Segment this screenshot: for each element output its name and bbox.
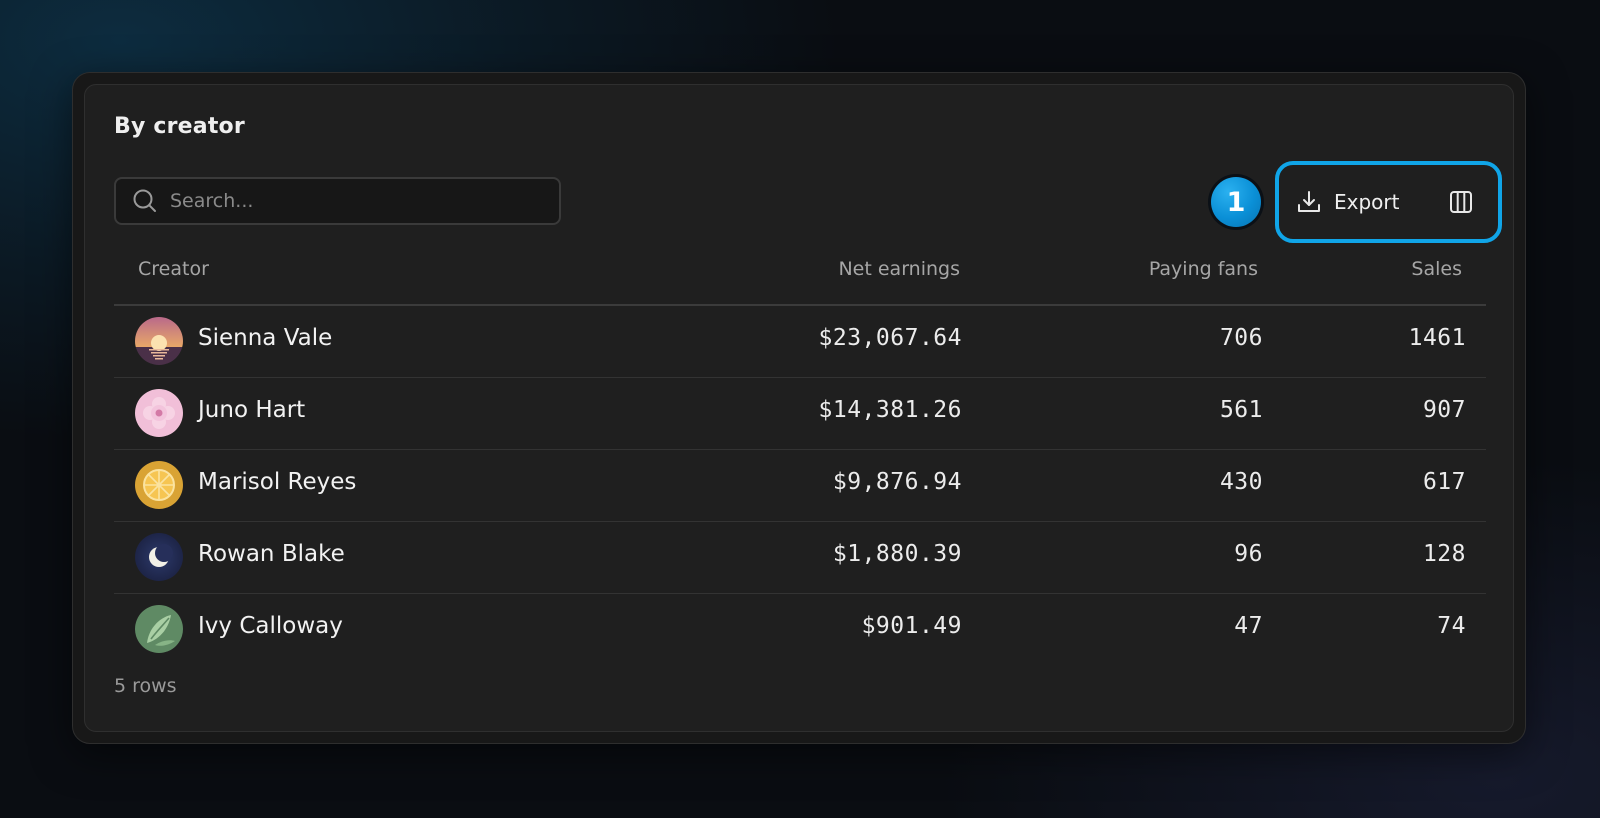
export-label: Export — [1334, 190, 1400, 214]
column-header-creator[interactable]: Creator — [138, 258, 209, 280]
table-header: Creator Net earnings Paying fans Sales — [114, 248, 1486, 306]
sales-cell: 617 — [1422, 469, 1466, 495]
download-icon — [1298, 191, 1320, 212]
paying-fans-cell: 430 — [1219, 469, 1263, 495]
table-row[interactable]: Marisol Reyes $9,876.94 430 617 — [114, 450, 1486, 522]
paying-fans-cell: 47 — [1234, 613, 1263, 639]
creator-name: Marisol Reyes — [198, 469, 357, 495]
table-row[interactable]: Rowan Blake $1,880.39 96 128 — [114, 522, 1486, 594]
panel-title: By creator — [114, 114, 245, 139]
table-row[interactable]: Sienna Vale $23,067.64 706 1461 — [114, 306, 1486, 378]
net-earnings-cell: $14,381.26 — [818, 397, 962, 423]
net-earnings-cell: $23,067.64 — [818, 325, 962, 351]
paying-fans-cell: 561 — [1219, 397, 1263, 423]
column-header-net-earnings[interactable]: Net earnings — [838, 258, 960, 280]
step-marker-number: 1 — [1211, 177, 1261, 227]
columns-icon — [1450, 191, 1472, 213]
column-header-paying-fans[interactable]: Paying fans — [1149, 258, 1258, 280]
net-earnings-cell: $9,876.94 — [832, 469, 962, 495]
step-marker-badge: 1 — [1208, 174, 1264, 230]
sales-cell: 128 — [1422, 541, 1466, 567]
table-row[interactable]: Ivy Calloway $901.49 47 74 — [114, 594, 1486, 665]
creator-name: Juno Hart — [198, 397, 306, 423]
sales-cell: 74 — [1437, 613, 1466, 639]
creator-table: Creator Net earnings Paying fans Sales S… — [114, 248, 1486, 665]
sunset-avatar — [135, 317, 183, 365]
sales-cell: 907 — [1422, 397, 1466, 423]
paying-fans-cell: 96 — [1234, 541, 1263, 567]
leaf-avatar — [135, 605, 183, 653]
citrus-avatar — [135, 461, 183, 509]
creator-name: Rowan Blake — [198, 541, 345, 567]
sales-cell: 1461 — [1408, 325, 1466, 351]
creator-name: Sienna Vale — [198, 325, 333, 351]
columns-button[interactable] — [1446, 187, 1476, 217]
column-header-sales[interactable]: Sales — [1411, 258, 1462, 280]
search-box[interactable] — [114, 177, 561, 225]
flower-avatar — [135, 389, 183, 437]
table-row[interactable]: Juno Hart $14,381.26 561 907 — [114, 378, 1486, 450]
moon-avatar — [135, 533, 183, 581]
net-earnings-cell: $901.49 — [861, 613, 962, 639]
search-input[interactable] — [168, 189, 532, 213]
net-earnings-cell: $1,880.39 — [832, 541, 962, 567]
paying-fans-cell: 706 — [1219, 325, 1263, 351]
search-icon — [133, 189, 156, 212]
export-button[interactable]: Export — [1296, 181, 1399, 223]
creator-name: Ivy Calloway — [198, 613, 343, 639]
row-count: 5 rows — [114, 675, 177, 697]
